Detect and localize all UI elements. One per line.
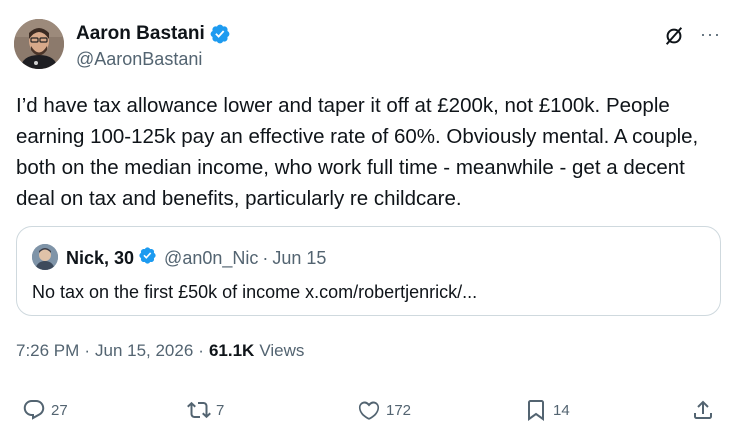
share-button[interactable] [691, 398, 715, 422]
like-count: 172 [386, 401, 412, 419]
repost-button[interactable]: 7 [187, 398, 224, 422]
bookmark-button[interactable]: 14 [524, 398, 570, 422]
separator-dot: · [198, 341, 204, 360]
quoted-author-avatar[interactable] [32, 244, 58, 270]
repost-icon [187, 398, 211, 422]
author-handle[interactable]: @AaronBastani [76, 49, 202, 70]
views-count[interactable]: 61.1K [209, 341, 254, 361]
author-name[interactable]: Aaron Bastani [76, 23, 205, 45]
verified-badge-icon[interactable] [138, 246, 157, 270]
like-button[interactable]: 172 [357, 398, 411, 422]
post-date[interactable]: Jun 15, 2026 [95, 341, 193, 361]
bookmark-icon [524, 398, 548, 422]
quoted-post[interactable]: Nick, 30 @an0n_Nic · Jun 15 No tax on th… [16, 226, 721, 316]
reply-count: 27 [51, 401, 68, 419]
quoted-author-name[interactable]: Nick, 30 [66, 248, 134, 269]
bookmark-count: 14 [553, 401, 570, 419]
quoted-date[interactable]: Jun 15 [272, 248, 326, 269]
author-name-row: Aaron Bastani [76, 23, 231, 45]
post-time[interactable]: 7:26 PM [16, 341, 79, 361]
post-text-container: I’d have tax allowance lower and taper i… [16, 90, 728, 214]
views-label: Views [259, 341, 305, 360]
quoted-text: No tax on the first £50k of income x.com… [32, 282, 478, 302]
heart-icon [357, 398, 381, 422]
repost-count: 7 [216, 401, 225, 419]
quoted-author-handle[interactable]: @an0n_Nic [164, 248, 258, 269]
share-icon [691, 398, 715, 422]
separator-dot: · [84, 341, 90, 360]
post-text: I’d have tax allowance lower and taper i… [16, 94, 699, 210]
author-avatar[interactable] [14, 19, 64, 69]
verified-badge-icon[interactable] [209, 23, 231, 45]
action-bar: 27 7 172 14 [0, 398, 742, 428]
more-icon[interactable]: ··· [700, 24, 721, 45]
reply-icon [22, 398, 46, 422]
reply-button[interactable]: 27 [22, 398, 68, 422]
quoted-header: Nick, 30 @an0n_Nic · Jun 15 [66, 246, 326, 270]
grok-icon[interactable] [663, 25, 685, 52]
post-meta: 7:26 PM · Jun 15, 2026 · 61.1K Views [16, 341, 304, 361]
separator-dot: · [262, 247, 269, 268]
